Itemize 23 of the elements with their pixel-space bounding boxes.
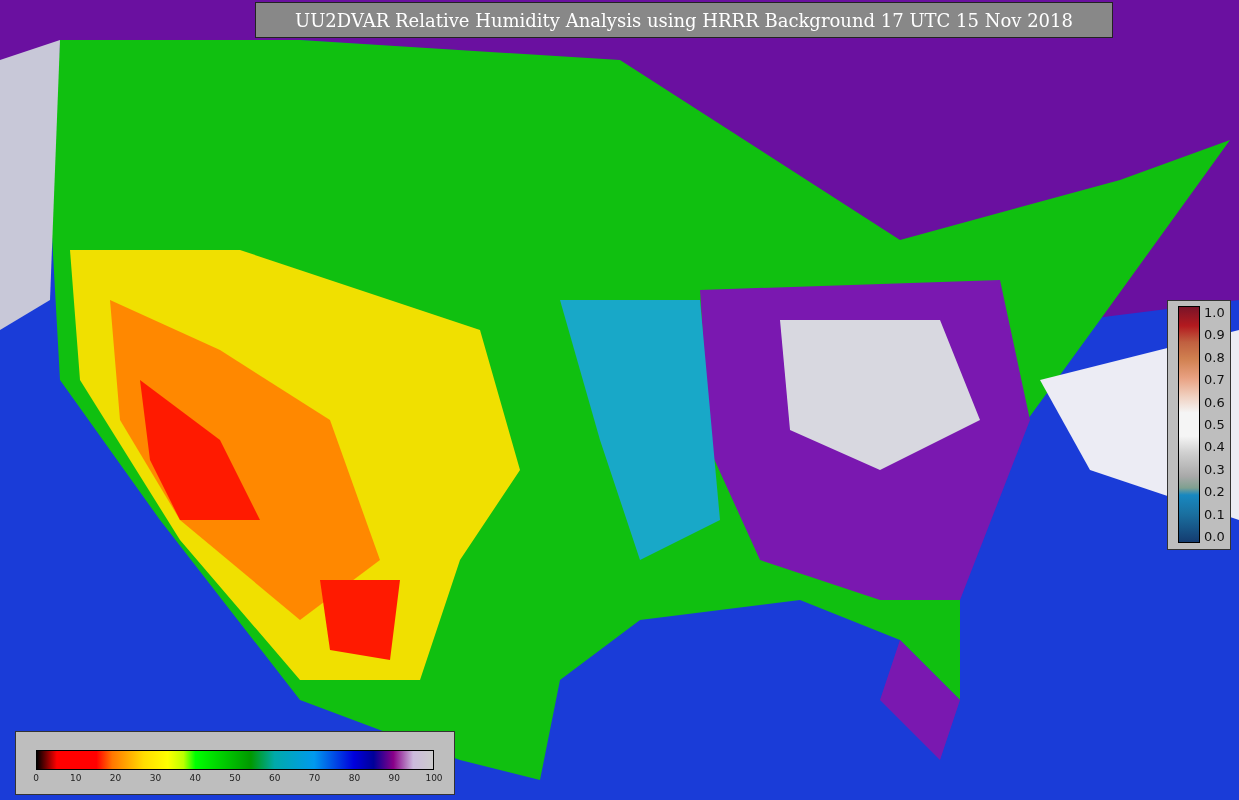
map-title: UU2DVAR Relative Humidity Analysis using HRRR Background 17 UTC 15 Nov 2018 [255, 2, 1113, 38]
tick-label: 90 [388, 773, 400, 783]
tick-label: 0.0 [1204, 529, 1225, 543]
tick-label: 60 [269, 773, 281, 783]
tick-label: 0.5 [1204, 417, 1225, 431]
tick-label: 0.4 [1204, 440, 1225, 454]
tick-label: 40 [189, 773, 201, 783]
tick-label: 0.7 [1204, 373, 1225, 387]
tick-label: 0.9 [1204, 328, 1225, 342]
tick-label: 20 [109, 773, 122, 783]
tick-label: 10 [70, 773, 82, 783]
tick-label: 1.0 [1204, 306, 1225, 319]
tick-label: 0.2 [1204, 485, 1225, 499]
tick-label: 0.1 [1204, 507, 1225, 521]
tick-label: 70 [308, 773, 321, 783]
tick-label: 80 [348, 773, 361, 783]
tick-label: 0 [33, 773, 39, 783]
tick-label: 30 [149, 773, 162, 783]
tick-label: 0.8 [1204, 350, 1225, 364]
tick-label: 50 [229, 773, 241, 783]
tick-label: 100 [425, 773, 443, 783]
tick-label: 0.3 [1204, 462, 1225, 476]
tick-label: 0.6 [1204, 395, 1225, 409]
